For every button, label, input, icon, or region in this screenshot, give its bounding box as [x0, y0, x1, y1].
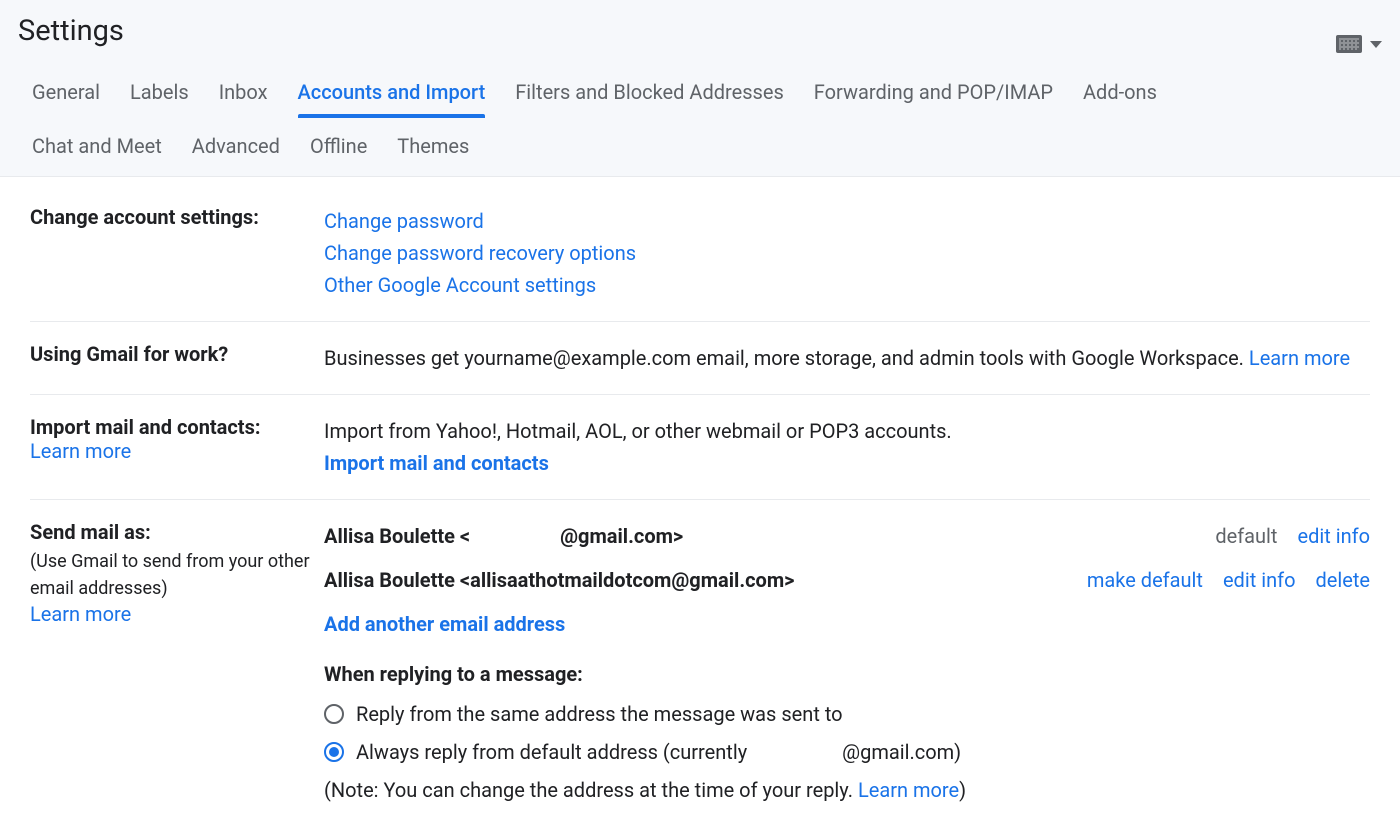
tab-forwarding[interactable]: Forwarding and POP/IMAP — [800, 70, 1067, 118]
redacted-email — [470, 528, 560, 548]
tab-advanced[interactable]: Advanced — [178, 118, 294, 176]
send-as-email-1: Allisa Boulette <@gmail.com> — [324, 520, 1215, 552]
chevron-down-icon — [1370, 41, 1382, 48]
page-title: Settings — [18, 14, 124, 48]
section-label-import: Import mail and contacts: Learn more — [30, 415, 324, 479]
section-label-send-as: Send mail as: (Use Gmail to send from yo… — [30, 520, 324, 806]
other-settings-link[interactable]: Other Google Account settings — [324, 273, 596, 297]
send-as-email-2: Allisa Boulette <allisaathotmaildotcom@g… — [324, 564, 1087, 596]
delete-link[interactable]: delete — [1315, 564, 1370, 596]
import-text: Import from Yahoo!, Hotmail, AOL, or oth… — [324, 415, 1370, 447]
tab-chat-meet[interactable]: Chat and Meet — [18, 118, 176, 176]
reply-option-default-address[interactable]: Always reply from default address (curre… — [324, 736, 1370, 768]
radio-selected-icon[interactable] — [324, 742, 344, 762]
send-as-row-2: Allisa Boulette <allisaathotmaildotcom@g… — [324, 564, 1370, 596]
tab-themes[interactable]: Themes — [383, 118, 483, 176]
import-action-link[interactable]: Import mail and contacts — [324, 451, 549, 475]
reply-note: (Note: You can change the address at the… — [324, 774, 1370, 806]
reply-option-same-address[interactable]: Reply from the same address the message … — [324, 698, 1370, 730]
settings-tabs: General Labels Inbox Accounts and Import… — [18, 70, 1382, 176]
change-recovery-link[interactable]: Change password recovery options — [324, 241, 636, 265]
tab-accounts-import[interactable]: Accounts and Import — [284, 70, 500, 118]
tab-filters[interactable]: Filters and Blocked Addresses — [501, 70, 798, 118]
section-import: Import mail and contacts: Learn more Imp… — [30, 395, 1370, 500]
send-as-sub: (Use Gmail to send from your other email… — [30, 548, 324, 602]
settings-header: Settings General Labels Inbox Accounts a… — [0, 0, 1400, 177]
send-as-row-default: Allisa Boulette <@gmail.com> default edi… — [324, 520, 1370, 552]
reply-option-1-label: Reply from the same address the message … — [356, 698, 843, 730]
make-default-link[interactable]: make default — [1087, 564, 1203, 596]
section-send-as: Send mail as: (Use Gmail to send from yo… — [30, 500, 1370, 826]
change-password-link[interactable]: Change password — [324, 209, 484, 233]
section-change-account: Change account settings: Change password… — [30, 177, 1370, 322]
section-work: Using Gmail for work? Businesses get you… — [30, 322, 1370, 395]
work-text: Businesses get yourname@example.com emai… — [324, 346, 1249, 370]
tab-offline[interactable]: Offline — [296, 118, 381, 176]
section-label-work: Using Gmail for work? — [30, 342, 324, 374]
send-as-learn-more-link[interactable]: Learn more — [30, 602, 131, 626]
redacted-email-2 — [752, 744, 842, 764]
tab-addons[interactable]: Add-ons — [1069, 70, 1171, 118]
import-learn-more-link[interactable]: Learn more — [30, 439, 131, 463]
reply-heading: When replying to a message: — [324, 658, 1370, 690]
input-tools[interactable] — [1336, 35, 1382, 53]
add-another-email-link[interactable]: Add another email address — [324, 612, 565, 636]
tab-general[interactable]: General — [18, 70, 114, 118]
reply-note-learn-more-link[interactable]: Learn more — [858, 778, 959, 802]
radio-unselected-icon[interactable] — [324, 704, 344, 724]
edit-info-link-2[interactable]: edit info — [1223, 564, 1296, 596]
work-learn-more-link[interactable]: Learn more — [1249, 346, 1350, 370]
keyboard-icon — [1336, 35, 1362, 53]
tab-labels[interactable]: Labels — [116, 70, 203, 118]
edit-info-link-1[interactable]: edit info — [1297, 520, 1370, 552]
tab-inbox[interactable]: Inbox — [205, 70, 282, 118]
default-indicator: default — [1215, 520, 1277, 552]
section-label-change-account: Change account settings: — [30, 205, 324, 301]
reply-option-2-label: Always reply from default address (curre… — [356, 736, 961, 768]
settings-content: Change account settings: Change password… — [0, 177, 1400, 826]
